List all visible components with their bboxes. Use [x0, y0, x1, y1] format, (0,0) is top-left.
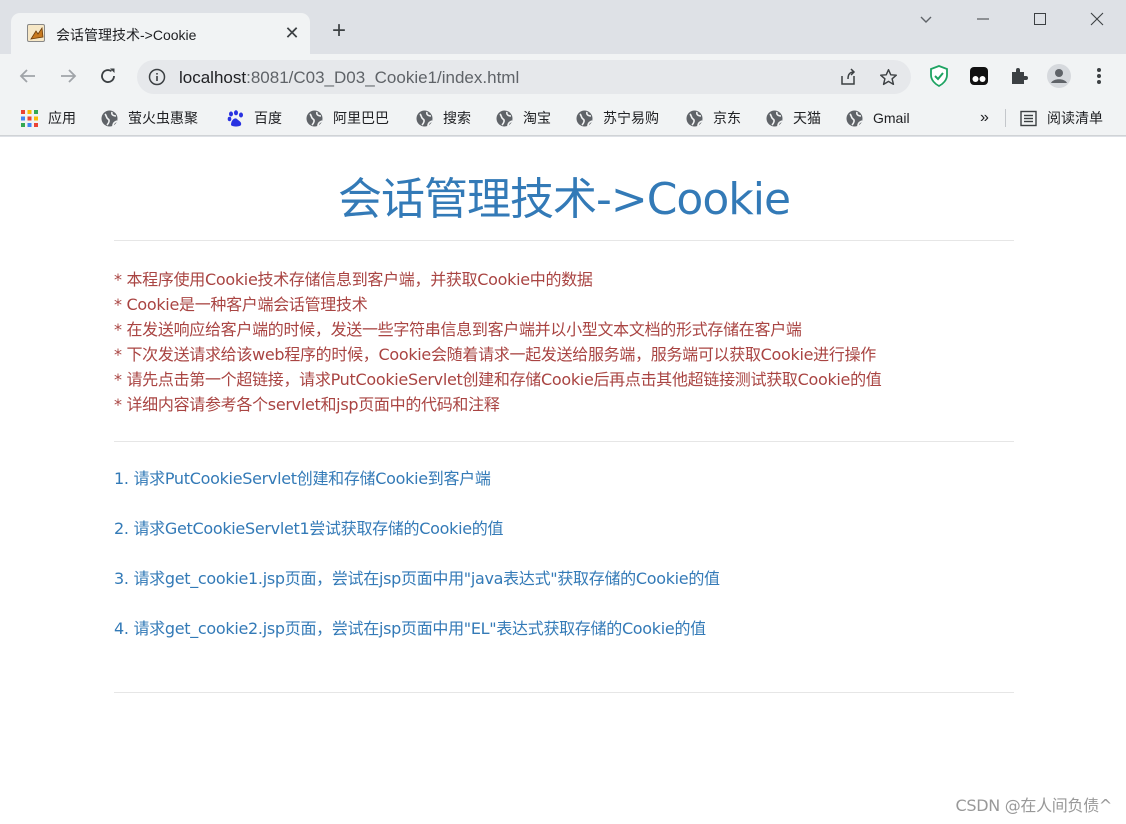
bookmark-item[interactable]: 阿里巴巴 [306, 107, 389, 129]
bookmark-label: 搜索 [443, 110, 471, 126]
bookmark-label: 百度 [254, 110, 282, 126]
bookmarks-overflow-button[interactable]: » [980, 107, 989, 129]
tomcat-favicon-icon [27, 24, 45, 42]
page-title: 会话管理技术->Cookie [337, 174, 791, 225]
bookmark-item[interactable]: 百度 [227, 107, 282, 129]
bookmarks-bar: 应用 萤火虫惠聚 百度 阿里巴巴 搜索 淘宝 苏宁易购 京东 天猫 Gmail … [0, 100, 1126, 136]
notes-list: * 本程序使用Cookie技术存储信息到客户端，并获取Cookie中的数据 * … [114, 267, 1014, 417]
note-line: * Cookie是一种客户端会话管理技术 [114, 295, 368, 314]
extensions-puzzle-icon[interactable] [1005, 62, 1033, 90]
divider-top [114, 240, 1014, 241]
bookmark-label: 萤火虫惠聚 [128, 110, 198, 126]
globe-icon [416, 110, 433, 127]
url-path: :8081/C03_D03_Cookie1/index.html [246, 68, 520, 87]
url-host: localhost [179, 68, 247, 87]
bookmark-label: 淘宝 [523, 110, 551, 126]
note-line: * 下次发送请求给该web程序的时候，Cookie会随着请求一起发送给服务端，服… [114, 345, 876, 364]
site-info-icon[interactable] [147, 67, 167, 87]
note-line: * 请先点击第一个超链接，请求PutCookieServlet创建和存储Cook… [114, 370, 882, 389]
apps-grid-icon [21, 109, 38, 127]
globe-icon [496, 110, 513, 127]
url-text[interactable]: localhost:8081/C03_D03_Cookie1/index.htm… [179, 68, 519, 88]
links-list: 1. 请求PutCookieServlet创建和存储Cookie到客户端 2. … [114, 467, 1014, 667]
new-tab-button[interactable]: + [326, 19, 352, 45]
bookmark-apps[interactable]: 应用 [21, 107, 76, 129]
divider-middle [114, 441, 1014, 442]
maximize-button[interactable] [1025, 6, 1055, 32]
bookmark-item[interactable]: 京东 [686, 107, 741, 129]
divider-bottom [114, 692, 1014, 693]
browser-toolbar: localhost:8081/C03_D03_Cookie1/index.htm… [0, 54, 1126, 100]
link-get-cookie1-jsp[interactable]: 3. 请求get_cookie1.jsp页面，尝试在jsp页面中用"java表达… [114, 567, 1014, 617]
globe-icon [101, 110, 118, 127]
bookmark-item[interactable]: 淘宝 [496, 107, 551, 129]
share-icon[interactable] [834, 63, 862, 91]
profile-avatar-icon[interactable] [1045, 62, 1073, 90]
reading-list-button[interactable]: 阅读清单 [1020, 107, 1103, 129]
reading-list-label: 阅读清单 [1047, 110, 1103, 126]
globe-icon [686, 110, 703, 127]
browser-tab-active[interactable]: 会话管理技术->Cookie ✕ [11, 13, 310, 54]
bookmark-item[interactable]: 天猫 [766, 107, 821, 129]
bookmark-label: Gmail [873, 110, 910, 126]
csdn-watermark: CSDN @在人间负债^ [955, 796, 1112, 815]
reading-list-icon [1020, 110, 1037, 127]
bookmark-label: 苏宁易购 [603, 110, 659, 126]
globe-icon [576, 110, 593, 127]
tab-title: 会话管理技术->Cookie [56, 27, 197, 43]
baidu-paw-icon [227, 109, 244, 127]
bookmarks-divider [1005, 109, 1006, 127]
bookmark-label: 天猫 [793, 110, 821, 126]
bookmark-label: 京东 [713, 110, 741, 126]
bookmark-item[interactable]: 萤火虫惠聚 [101, 107, 198, 129]
tab-close-icon[interactable]: ✕ [281, 22, 303, 44]
note-line: * 在发送响应给客户端的时候，发送一些字符串信息到客户端并以小型文本文档的形式存… [114, 320, 802, 339]
link-put-cookie-servlet[interactable]: 1. 请求PutCookieServlet创建和存储Cookie到客户端 [114, 467, 1014, 517]
link-get-cookie-servlet1[interactable]: 2. 请求GetCookieServlet1尝试获取存储的Cookie的值 [114, 517, 1014, 567]
back-arrow-icon[interactable] [14, 62, 42, 90]
tab-strip: 会话管理技术->Cookie ✕ + [0, 0, 1126, 54]
bookmark-label: 阿里巴巴 [333, 110, 389, 126]
bookmark-label: 应用 [48, 110, 76, 126]
bookmark-item[interactable]: 搜索 [416, 107, 471, 129]
globe-icon [846, 110, 863, 127]
shield-extension-icon[interactable] [925, 62, 953, 90]
menu-kebab-icon[interactable] [1085, 62, 1113, 90]
bookmark-item[interactable]: Gmail [846, 107, 910, 129]
page-viewport: 会话管理技术->Cookie * 本程序使用Cookie技术存储信息到客户端，并… [0, 137, 1126, 824]
minimize-button[interactable] [968, 6, 998, 32]
close-window-button[interactable] [1082, 6, 1112, 32]
tampermonkey-extension-icon[interactable] [965, 62, 993, 90]
tab-search-chevron-icon[interactable] [911, 6, 941, 32]
forward-arrow-icon[interactable] [54, 62, 82, 90]
globe-icon [306, 110, 323, 127]
bookmark-star-icon[interactable] [874, 63, 902, 91]
note-line: * 详细内容请参考各个servlet和jsp页面中的代码和注释 [114, 395, 500, 414]
reload-icon[interactable] [94, 62, 122, 90]
globe-icon [766, 110, 783, 127]
link-get-cookie2-jsp[interactable]: 4. 请求get_cookie2.jsp页面，尝试在jsp页面中用"EL"表达式… [114, 617, 1014, 667]
address-bar[interactable]: localhost:8081/C03_D03_Cookie1/index.htm… [137, 60, 911, 94]
note-line: * 本程序使用Cookie技术存储信息到客户端，并获取Cookie中的数据 [114, 270, 593, 289]
bookmark-item[interactable]: 苏宁易购 [576, 107, 659, 129]
